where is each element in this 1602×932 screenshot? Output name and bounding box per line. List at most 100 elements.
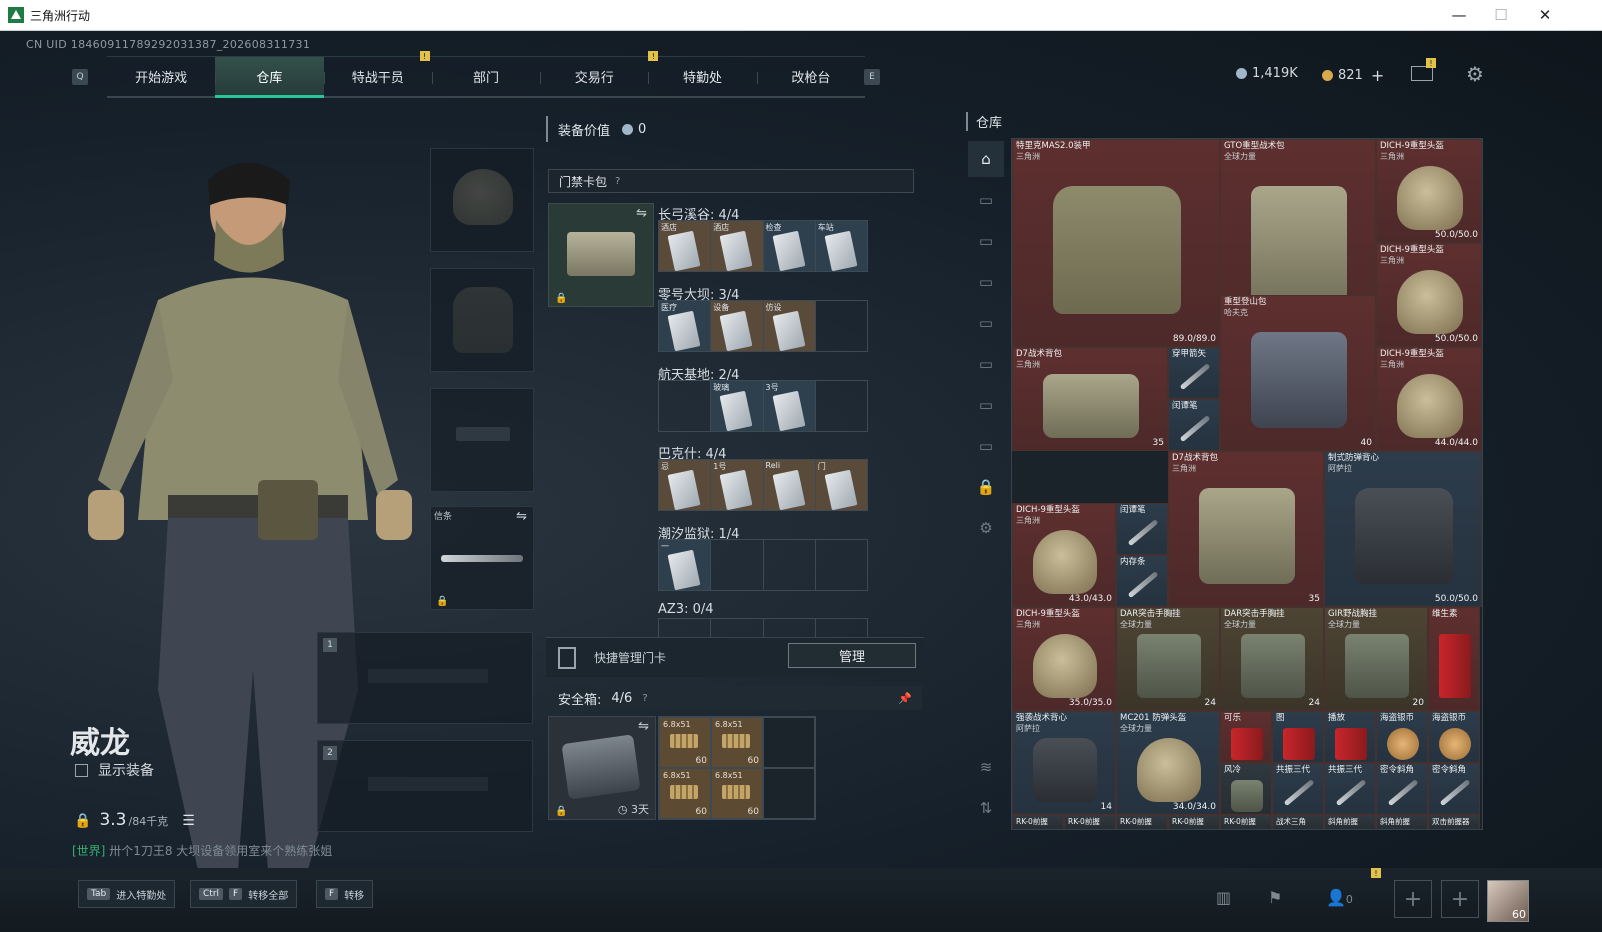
warehouse-item[interactable]: 重型登山包 哈夫克 40 [1220,295,1376,451]
warehouse-item[interactable]: DICH-9重型头盔 三角洲 43.0/43.0 [1012,503,1116,607]
ammo-item[interactable]: 6.8x51 60 [711,717,763,768]
helmet-slot[interactable] [430,148,534,252]
friends-icon[interactable]: 👤0 [1326,888,1353,907]
mail-icon[interactable]: ! [1411,58,1436,81]
keycard-item[interactable]: 设备 [711,301,764,351]
warehouse-item[interactable]: RK-0前握 [1220,815,1272,829]
keycard-item[interactable]: 玻璃 [711,381,764,431]
warehouse-item[interactable]: 闰谭笔 [1168,399,1220,451]
manage-button[interactable]: 管理 [788,643,916,668]
pistol-slot[interactable] [430,388,534,492]
empty-cell[interactable] [763,768,815,819]
warehouse-item[interactable]: MC201 防弹头盔 全球力量 34.0/34.0 [1116,711,1220,815]
warehouse-item[interactable]: 内存条 [1116,555,1168,607]
warehouse-item[interactable]: DICH-9重型头盔 三角洲 44.0/44.0 [1376,347,1482,451]
keycard-item[interactable]: 车站 [815,221,867,271]
warehouse-item[interactable]: 维生素 [1428,607,1480,711]
keycard-item[interactable]: 1号 [711,460,764,510]
warehouse-item[interactable]: 制式防弹背心 阿萨拉 50.0/50.0 [1324,451,1482,607]
warehouse-item[interactable]: 海盗银币 [1376,711,1428,763]
primary-weapon-slot-1[interactable]: 1 [317,632,533,724]
ammo-item[interactable]: 6.8x51 60 [659,768,711,819]
storage-tab-4-icon[interactable]: ▭ [968,305,1004,341]
armor-slot[interactable] [430,268,534,372]
keycard-item[interactable]: 一 [659,540,712,590]
maximize-button[interactable]: ☐ [1478,0,1524,30]
swap-icon[interactable]: ⇋ [638,719,649,734]
tab-start-game[interactable]: 开始游戏 [107,57,215,96]
primary-weapon-slot-2[interactable]: 2 [317,740,533,832]
warehouse-item[interactable]: DAR突击手胸挂 全球力量 24 [1220,607,1324,711]
warehouse-item[interactable]: 双击前握器 [1428,815,1480,829]
empty-card-slot[interactable] [816,301,867,351]
world-chat-line[interactable]: [世界] 卅个1刀王8 大坝设备领用室来个熟练张姐 [72,842,332,859]
swap-icon[interactable]: ⇋ [636,206,647,221]
tab-department[interactable]: 部门 [431,57,540,96]
storage-tab-6-icon[interactable]: ▭ [968,387,1004,423]
help-icon[interactable]: ? [642,693,647,704]
storage-tab-2-icon[interactable]: ▭ [968,223,1004,259]
warehouse-item[interactable]: RK-0前握 [1064,815,1116,829]
tab-special-ops[interactable]: 特勤处! [648,51,756,96]
warehouse-item[interactable]: 密令斜角 [1376,763,1428,815]
storage-tab-7-icon[interactable]: ▭ [968,428,1004,464]
keycard-item[interactable]: 忌 [659,460,712,510]
warehouse-item[interactable]: RK-0前握 [1012,815,1064,829]
warehouse-item[interactable]: DAR突击手胸挂 全球力量 24 [1116,607,1220,711]
transfer-button[interactable]: F 转移 [316,880,374,908]
warehouse-item[interactable]: RK-0前握 [1116,815,1168,829]
ammo-item[interactable]: 6.8x51 60 [711,768,763,819]
melee-slot[interactable]: 信条 ⇋ 🔒 [430,506,534,610]
tab-gunsmith[interactable]: 改枪台 [756,57,865,96]
settings-gear-icon[interactable]: ⚙ [1466,62,1484,86]
invite-slot-2[interactable]: + [1441,880,1479,918]
keycard-item[interactable]: 仿设 [763,301,816,351]
tab-warehouse[interactable]: 仓库 [215,57,324,98]
storage-tab-5-icon[interactable]: ▭ [968,346,1004,382]
minimize-button[interactable]: — [1436,0,1482,30]
warehouse-item[interactable]: 共振三代 [1272,763,1324,815]
player-avatar[interactable]: 60 [1487,880,1529,922]
warehouse-item[interactable]: 播放 [1324,711,1376,763]
warehouse-item[interactable]: 可乐 [1220,711,1272,763]
pin-icon[interactable]: 📌 [898,692,912,705]
swap-icon[interactable]: ⇋ [516,509,527,524]
enter-special-ops-button[interactable]: Tab 进入特勤处 [78,880,176,908]
layers-icon[interactable]: ≋ [968,749,1004,785]
warehouse-item[interactable]: DICH-9重型头盔 三角洲 35.0/35.0 [1012,607,1116,711]
keycard-item[interactable]: 酒店 [711,221,764,271]
sort-icon[interactable]: ⇅ [968,790,1004,826]
warehouse-item[interactable]: RK-0前握 [1168,815,1220,829]
list-icon[interactable]: ☰ [182,813,195,829]
flag-icon[interactable]: ⚑ [1268,888,1282,907]
tab-operators[interactable]: 特战干员! [323,51,432,96]
keycard-item[interactable]: Reli [763,460,816,510]
help-icon[interactable]: ? [615,176,620,187]
keycard-item[interactable]: 酒店 [659,221,712,271]
warehouse-item[interactable]: D7战术背包 三角洲 35 [1012,347,1168,451]
show-equipment-toggle[interactable]: 显示装备 [75,760,154,780]
warehouse-item[interactable]: DICH-9重型头盔 三角洲 50.0/50.0 [1376,243,1482,347]
warehouse-item[interactable]: 斜角前握 [1324,815,1376,829]
warehouse-item[interactable]: 闰谭笔 [1116,503,1168,555]
lock-icon[interactable]: 🔒 [968,469,1004,505]
warehouse-item[interactable]: D7战术背包 三角洲 35 [1168,451,1324,607]
warehouse-item[interactable]: 海盗银币 [1428,711,1480,763]
storage-tab-3-icon[interactable]: ▭ [968,264,1004,300]
keycard-item[interactable]: 门 [815,460,867,510]
warehouse-item[interactable]: 穿甲箭矢 [1168,347,1220,399]
storage-tab-1-icon[interactable]: ▭ [968,182,1004,218]
tab-trading[interactable]: 交易行 [540,57,648,96]
empty-card-slot[interactable] [764,540,816,590]
keycard-item[interactable]: 3号 [763,381,816,431]
checkbox[interactable] [75,763,88,777]
keycard-item[interactable]: 医疗 [659,301,712,351]
warehouse-item[interactable]: 共振三代 [1324,763,1376,815]
warehouse-item[interactable]: 密令斜角 [1428,763,1480,815]
warehouse-all-icon[interactable]: ⌂ [968,141,1004,177]
warehouse-item[interactable]: 战术三角 [1272,815,1324,829]
empty-card-slot[interactable] [659,381,712,431]
empty-cell[interactable] [763,717,815,768]
settings-icon[interactable]: ⚙ [968,510,1004,546]
close-button[interactable]: ✕ [1522,0,1568,30]
